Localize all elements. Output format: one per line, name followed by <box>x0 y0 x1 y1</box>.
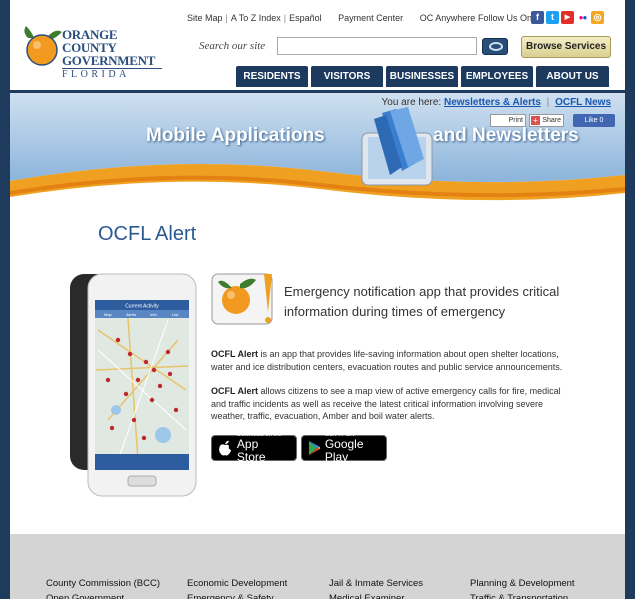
footer-link[interactable]: Emergency & Safety <box>187 591 287 599</box>
search-input[interactable] <box>277 37 477 55</box>
facebook-like-button[interactable]: Like 0 <box>573 114 615 127</box>
social-links: f t ▶ ●● ◎ <box>531 11 604 24</box>
county-logo[interactable]: ORANGE COUNTY GOVERNMENT FLORIDA <box>20 24 162 80</box>
logo-line1: ORANGE COUNTY <box>62 27 118 55</box>
google-play-icon <box>309 441 320 455</box>
flickr-icon[interactable]: ●● <box>576 11 589 24</box>
breadcrumb-prefix: You are here: <box>381 97 442 108</box>
store-badges: Download on the App Store GET IT ON Goog… <box>211 432 387 464</box>
phone-tab-map: Map <box>104 312 113 317</box>
phone-screen-title: Current Activity <box>125 304 159 310</box>
facebook-icon[interactable]: f <box>531 11 544 24</box>
banner-title-left: Mobile Applications <box>146 125 325 146</box>
instagram-icon[interactable]: ◎ <box>591 11 604 24</box>
nav-residents[interactable]: RESIDENTS <box>236 66 308 87</box>
site-map-link[interactable]: Site Map <box>187 13 223 23</box>
app-description-1: OCFL Alert is an app that provides life-… <box>211 348 571 373</box>
footer-column: Planning & Development Traffic & Transpo… <box>470 576 575 599</box>
link-separator: | <box>225 13 228 23</box>
footer-link[interactable]: Traffic & Transportation <box>470 591 575 599</box>
app-description-2-text: allows citizens to see a map view of act… <box>211 386 561 421</box>
logo-line2: GOVERNMENT <box>62 53 156 68</box>
footer-link[interactable]: Jail & Inmate Services <box>329 576 423 591</box>
main-nav: RESIDENTS VISITORS BUSINESSES EMPLOYEES … <box>236 66 609 87</box>
tablet-graphic <box>361 107 433 186</box>
app-intro-text: Emergency notification app that provides… <box>284 284 560 319</box>
espanol-link[interactable]: Español <box>289 13 322 23</box>
nav-about-us[interactable]: ABOUT US <box>536 66 609 87</box>
apple-icon <box>219 440 231 456</box>
breadcrumb: You are here: Newsletters & Alerts | OCF… <box>382 97 611 108</box>
app-name-bold: OCFL Alert <box>211 386 259 396</box>
orange-logo-icon <box>24 26 62 66</box>
footer-link[interactable]: Planning & Development <box>470 576 575 591</box>
breadcrumb-separator: | <box>546 97 550 108</box>
a-to-z-link[interactable]: A To Z Index <box>231 13 281 23</box>
footer-link[interactable]: Medical Examiner <box>329 591 423 599</box>
page: ORANGE COUNTY GOVERNMENT FLORIDA Site Ma… <box>10 0 625 599</box>
footer-column: Economic Development Emergency & Safety <box>187 576 287 599</box>
footer-link[interactable]: Economic Development <box>187 576 287 591</box>
google-play-big-text: Google Play <box>324 437 364 464</box>
breadcrumb-newsletters-link[interactable]: Newsletters & Alerts <box>444 97 541 108</box>
phone-tab-info: Info <box>150 312 157 317</box>
phone-tab-list: List <box>172 312 179 317</box>
app-description-2: OCFL Alert allows citizens to see a map … <box>211 385 571 423</box>
search-button[interactable] <box>482 38 508 55</box>
link-separator: | <box>283 13 287 23</box>
follow-us-label: Follow Us On <box>478 13 533 23</box>
twitter-icon[interactable]: t <box>546 11 559 24</box>
footer-column: Jail & Inmate Services Medical Examiner <box>329 576 423 599</box>
google-play-badge[interactable]: GET IT ON Google Play <box>301 432 387 464</box>
app-description-1-text: is an app that provides life-saving info… <box>211 349 563 372</box>
oc-anywhere-link[interactable]: OC Anywhere <box>420 13 476 23</box>
logo-line3: FLORIDA <box>62 68 162 80</box>
footer-link[interactable]: County Commission (BCC) <box>46 576 160 591</box>
app-name-bold: OCFL Alert <box>211 349 259 359</box>
utility-links: Site Map | A To Z Index | Español Payment Ce… <box>187 13 475 23</box>
payment-center-link[interactable]: Payment Center <box>338 13 403 23</box>
browse-services-button[interactable]: Browse Services <box>521 36 611 58</box>
phone-tab-alerts: Alerts <box>126 312 136 317</box>
footer-column: County Commission (BCC) Open Government <box>46 576 160 599</box>
breadcrumb-ocfl-news-link[interactable]: OCFL News <box>555 97 611 108</box>
site-footer: County Commission (BCC) Open Government … <box>10 534 625 599</box>
nav-visitors[interactable]: VISITORS <box>311 66 383 87</box>
search-label: Search our site <box>199 40 266 52</box>
banner-title-right: and Newsletters <box>433 125 579 146</box>
site-header: ORANGE COUNTY GOVERNMENT FLORIDA Site Ma… <box>10 0 625 92</box>
youtube-icon[interactable]: ▶ <box>561 11 574 24</box>
app-store-badge[interactable]: Download on the App Store <box>211 432 297 464</box>
ocfl-alert-app-icon <box>211 273 273 325</box>
app-store-big-text: App Store <box>236 437 266 464</box>
footer-link[interactable]: Open Government <box>46 591 160 599</box>
phone-screenshot: Current Activity Map Alerts Info List <box>68 270 198 500</box>
nav-employees[interactable]: EMPLOYEES <box>461 66 533 87</box>
search-icon <box>489 42 503 51</box>
nav-businesses[interactable]: BUSINESSES <box>386 66 458 87</box>
page-title: OCFL Alert <box>98 223 197 245</box>
page-banner: You are here: Newsletters & Alerts | OCF… <box>10 93 625 233</box>
